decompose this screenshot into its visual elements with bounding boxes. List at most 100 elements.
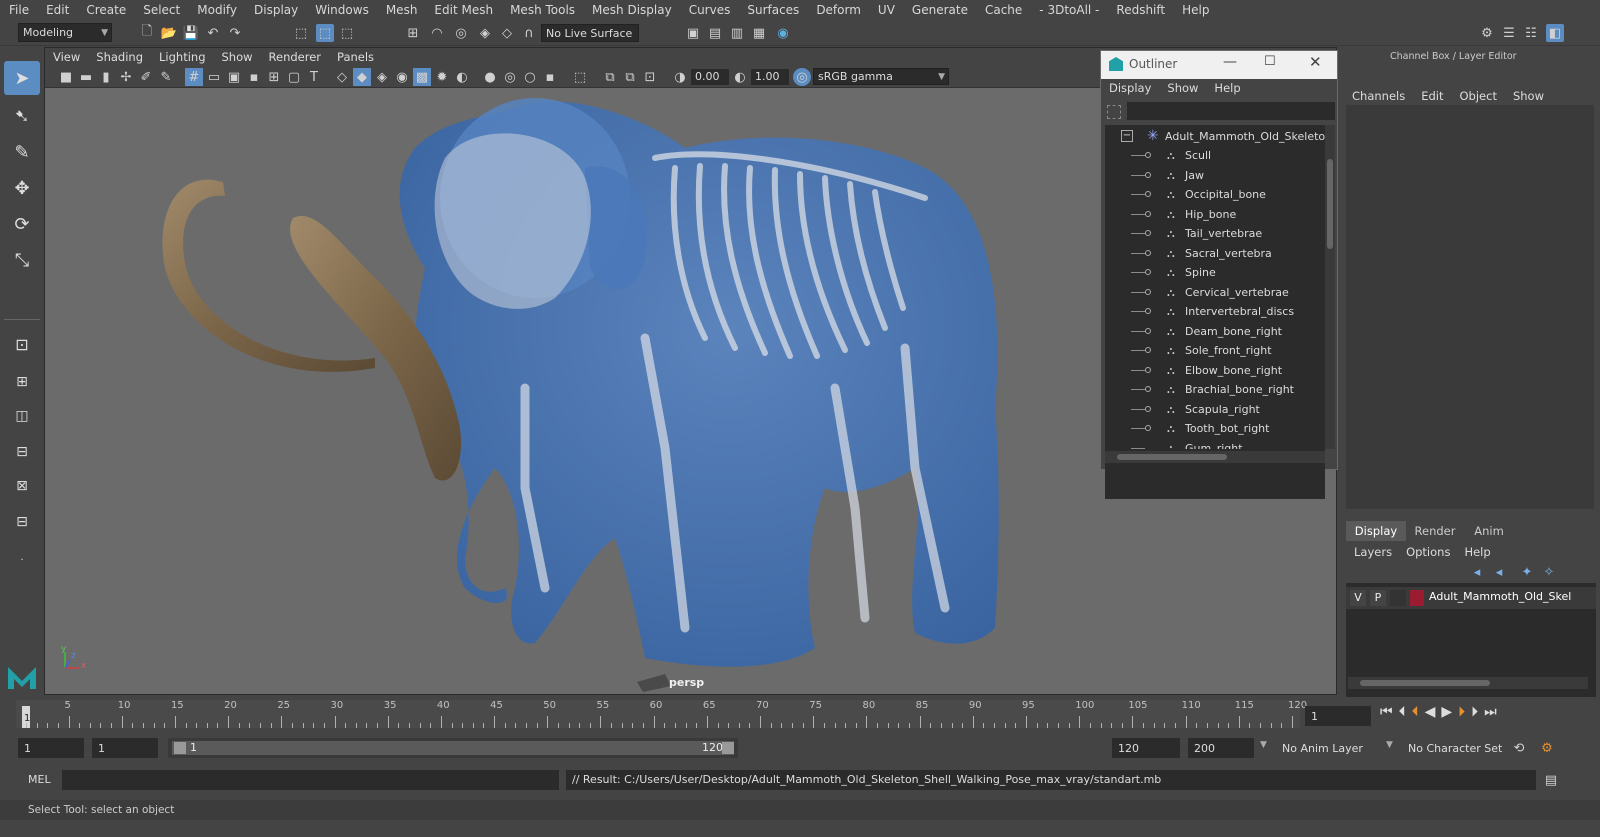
menu-create[interactable]: Create	[77, 3, 134, 17]
layer-menu-layers[interactable]: Layers	[1354, 545, 1392, 559]
grid-toggle-icon[interactable]: #	[185, 68, 203, 86]
mode-dropdown[interactable]: Modeling ▼	[18, 23, 112, 42]
frame-selected-icon[interactable]: ⊡	[641, 68, 659, 86]
render-frame-icon[interactable]: ▤	[706, 24, 724, 42]
layer-row[interactable]: V P Adult_Mammoth_Old_Skel	[1346, 587, 1596, 609]
outliner-item[interactable]: ⛬ Tail_vertebrae	[1105, 224, 1325, 243]
safe-action-icon[interactable]: ▢	[285, 68, 303, 86]
tab-display[interactable]: Display	[1346, 521, 1406, 541]
step-forward-frame-icon[interactable]: ⏵	[1471, 704, 1478, 720]
menu-edit-mesh[interactable]: Edit Mesh	[425, 3, 501, 17]
four-view-layout-icon[interactable]: ⊞	[4, 365, 40, 399]
wireframe-on-shaded-icon[interactable]: ◈	[373, 68, 391, 86]
command-input[interactable]	[62, 770, 559, 790]
layer-color-swatch[interactable]	[1410, 590, 1424, 606]
outliner-menu-help[interactable]: Help	[1206, 81, 1248, 99]
animation-end-field[interactable]: 200	[1188, 738, 1254, 758]
snap-curve-icon[interactable]: ◠	[428, 24, 446, 42]
expand-dot-icon[interactable]	[1145, 172, 1151, 178]
persp-graph-layout-icon[interactable]: ⊟	[4, 435, 40, 469]
shadows-icon[interactable]: ◐	[453, 68, 471, 86]
anim-layer-dropdown[interactable]: ▼ No Anim Layer	[1260, 738, 1380, 758]
outliner-item[interactable]: ⛬ Scull	[1105, 146, 1325, 165]
modeling-toolkit-icon[interactable]: ☰	[1500, 24, 1518, 42]
range-start-handle[interactable]	[174, 742, 186, 754]
textured-icon[interactable]: ◉	[393, 68, 411, 86]
outliner-vertical-scrollbar[interactable]	[1325, 125, 1335, 449]
new-layer-selected-icon[interactable]: ✧	[1540, 563, 1558, 581]
select-tool-icon[interactable]: ➤	[4, 61, 40, 95]
current-frame-field[interactable]: 1	[1305, 706, 1371, 726]
hypershade-layout-icon[interactable]: ⊟	[4, 505, 40, 539]
expand-dot-icon[interactable]	[1145, 152, 1151, 158]
move-layer-down-icon[interactable]: ◂	[1490, 563, 1508, 581]
expand-dot-icon[interactable]	[1145, 191, 1151, 197]
scrollbar-thumb[interactable]	[1360, 680, 1490, 686]
ambient-occlusion-icon[interactable]: ●	[481, 68, 499, 86]
layer-display-type-toggle[interactable]	[1390, 590, 1406, 606]
outliner-search-input[interactable]	[1127, 102, 1335, 120]
outliner-titlebar[interactable]: Outliner — ☐ ✕	[1101, 51, 1337, 79]
filter-icon[interactable]	[1107, 105, 1121, 119]
menu-deform[interactable]: Deform	[807, 3, 869, 17]
side-by-side-layout-icon[interactable]: ◫	[4, 399, 40, 433]
exposure-field[interactable]: 0.00	[691, 69, 729, 85]
outliner-horizontal-scrollbar[interactable]	[1105, 451, 1325, 463]
exposure-icon[interactable]: ◑	[671, 68, 689, 86]
animation-start-field[interactable]: 1	[18, 738, 84, 758]
outliner-item[interactable]: ⛬ Jaw	[1105, 166, 1325, 185]
go-to-start-icon[interactable]: ⏮	[1380, 704, 1393, 720]
outliner-item[interactable]: ⛬ Sacral_vertebra	[1105, 244, 1325, 263]
auto-key-icon[interactable]: ⟲	[1510, 739, 1528, 757]
single-perspective-layout-icon[interactable]: ⊡	[4, 327, 40, 361]
step-forward-key-icon[interactable]: ⏵	[1458, 704, 1465, 720]
persp-outliner-layout-icon[interactable]: ⊠	[4, 469, 40, 503]
expand-dot-icon[interactable]	[1145, 250, 1151, 256]
color-space-dropdown[interactable]: sRGB gamma ▼	[813, 68, 949, 85]
command-language-button[interactable]: MEL	[28, 773, 51, 786]
time-slider[interactable]: 1 5 10 15 20 25 30 35 40 45 50 55 60 65 70 75 80 85 90 95 1…	[16, 700, 1307, 728]
hypershade-icon[interactable]: ◉	[774, 24, 792, 42]
play-forwards-icon[interactable]: ▶	[1441, 704, 1452, 720]
color-management-icon[interactable]: ◎	[793, 68, 811, 86]
tab-render[interactable]: Render	[1410, 521, 1460, 541]
xray-icon[interactable]: ▩	[413, 68, 431, 86]
custom-layout-icon[interactable]: ·	[4, 543, 40, 577]
viewport-menu-renderer[interactable]: Renderer	[261, 50, 330, 64]
camera-select-icon[interactable]: ■	[57, 68, 75, 86]
range-slider[interactable]: 1 120	[168, 738, 738, 758]
attribute-editor-icon[interactable]: ☷	[1522, 24, 1540, 42]
outliner-item[interactable]: ⛬ Cervical_vertebrae	[1105, 283, 1325, 302]
outliner-item[interactable]: ⛬ Spine	[1105, 263, 1325, 282]
viewport-menu-view[interactable]: View	[45, 50, 88, 64]
layer-menu-help[interactable]: Help	[1464, 545, 1490, 559]
menu-3dtoall[interactable]: - 3DtoAll -	[1030, 3, 1107, 17]
ipr-render-icon[interactable]: ▥	[728, 24, 746, 42]
outliner-item[interactable]: ⛬ Deam_bone_right	[1105, 322, 1325, 341]
outliner-root-item[interactable]: − ✳ Adult_Mammoth_Old_Skeleton_	[1105, 127, 1325, 146]
snap-grid-icon[interactable]: ⊞	[404, 24, 422, 42]
new-scene-icon[interactable]: 🗋	[138, 24, 156, 42]
expand-dot-icon[interactable]	[1145, 386, 1151, 392]
outliner-item[interactable]: ⛬ Sole_front_right	[1105, 341, 1325, 360]
use-all-lights-icon[interactable]: ✹	[433, 68, 451, 86]
menu-mesh-display[interactable]: Mesh Display	[583, 3, 680, 17]
gate-mask-icon[interactable]: ▪	[245, 68, 263, 86]
outliner-menu-display[interactable]: Display	[1101, 81, 1159, 99]
playback-end-field[interactable]: 120	[1112, 738, 1180, 758]
channel-menu-show[interactable]: Show	[1513, 89, 1544, 103]
expand-dot-icon[interactable]	[1145, 308, 1151, 314]
film-gate-icon[interactable]: ▭	[205, 68, 223, 86]
image-plane-icon[interactable]: ✢	[117, 68, 135, 86]
render-settings-icon[interactable]: ▦	[750, 24, 768, 42]
depth-of-field-icon[interactable]: ▪	[541, 68, 559, 86]
layer-menu-options[interactable]: Options	[1406, 545, 1450, 559]
redo-icon[interactable]: ↷	[226, 24, 244, 42]
playback-start-field[interactable]: 1	[92, 738, 158, 758]
select-hierarchy-icon[interactable]: ⬚	[292, 24, 310, 42]
channel-menu-edit[interactable]: Edit	[1421, 89, 1443, 103]
xray-joints-icon[interactable]: ⧉	[601, 68, 619, 86]
gamma-icon[interactable]: ◐	[731, 68, 749, 86]
snap-point-icon[interactable]: ◎	[452, 24, 470, 42]
step-back-key-icon[interactable]: ⏴	[1412, 704, 1419, 720]
